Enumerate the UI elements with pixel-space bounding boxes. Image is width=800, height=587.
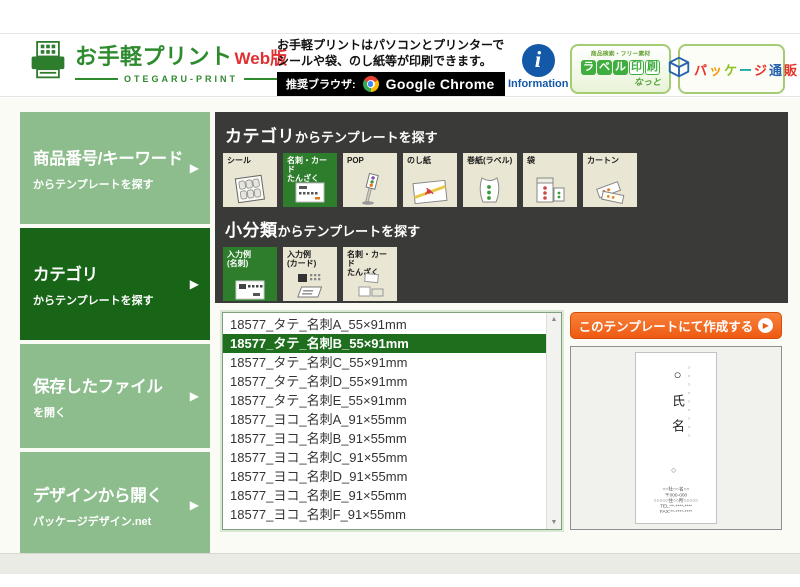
arrow-right-icon: ▶ bbox=[190, 277, 199, 291]
meishi-example-icon bbox=[235, 280, 265, 300]
template-list-item[interactable]: 18577_ヨコ_名刺A_91×55mm bbox=[223, 410, 561, 429]
category-button-carton[interactable]: カートン bbox=[583, 153, 637, 207]
subcategory-button-input-example-meishi[interactable]: 入力例 (名刺) bbox=[223, 247, 277, 301]
tanzaku-cards-icon bbox=[355, 272, 385, 300]
package-cube-icon bbox=[666, 54, 692, 85]
template-list-item[interactable]: 18577_タテ_名刺A_55×91mm bbox=[223, 315, 561, 334]
scroll-up-icon[interactable]: ▲ bbox=[547, 316, 561, 323]
preview-fax: FAX:**-****-**** bbox=[636, 510, 716, 516]
pop-stand-icon bbox=[356, 172, 384, 206]
template-list-item-selected[interactable]: 18577_タテ_名刺B_55×91mm bbox=[223, 334, 561, 353]
category-button-makigami-label[interactable]: 巻紙(ラベル) bbox=[463, 153, 517, 207]
label-print-banner-title: ラ ベ ル 印 刷 bbox=[572, 60, 669, 75]
recommended-browser-name: Google Chrome bbox=[386, 76, 495, 92]
template-list-item[interactable]: 18577_タテ_名刺D_55×91mm bbox=[223, 372, 561, 391]
information-label: Information bbox=[508, 78, 568, 90]
printer-logo-icon bbox=[28, 39, 68, 88]
wrap-label-icon bbox=[476, 174, 504, 206]
logo-rule-left bbox=[75, 78, 118, 80]
logo-subtitle-row: OTEGARU-PRINT bbox=[75, 74, 287, 84]
template-list-item[interactable]: 18577_ヨコ_名刺D_91×55mm bbox=[223, 467, 561, 486]
sticker-sheet-icon bbox=[232, 174, 268, 206]
label-print-banner[interactable]: 商品検索・フリー素材 ラ ベ ル 印 刷 なっと bbox=[570, 44, 671, 94]
create-button-label: このテンプレートにて作成する bbox=[579, 316, 754, 335]
preview-name-vertical: ○氏名 bbox=[668, 367, 687, 444]
category-button-row: シール 名刺・カード たんざく bbox=[215, 153, 788, 207]
label-print-banner-script: なっと bbox=[572, 75, 669, 88]
category-button-pop[interactable]: POP bbox=[343, 153, 397, 207]
preview-name-suffix: ○ bbox=[671, 465, 676, 475]
business-card-icon bbox=[294, 180, 326, 206]
gift-paper-icon bbox=[411, 178, 449, 206]
logo-title: お手軽プリント bbox=[75, 44, 233, 69]
template-listbox[interactable]: 18577_タテ_名刺A_55×91mm 18577_タテ_名刺B_55×91m… bbox=[222, 312, 562, 530]
header: お手軽プリントWeb版 OTEGARU-PRINT お手軽プリントはパソコンとプ… bbox=[0, 33, 800, 97]
sidebar-item-open-from-design[interactable]: デザインから開く パッケージデザイン.net ▶ bbox=[20, 452, 210, 558]
label-print-banner-caption: 商品検索・フリー素材 bbox=[579, 50, 661, 59]
arrow-right-icon: ▶ bbox=[190, 498, 199, 512]
business-card-preview: ○氏名 ○ ○○○○○○○○○ ○○社○○名○○ 〒000-000 ○○○○○住… bbox=[635, 352, 717, 524]
bags-icon bbox=[534, 174, 566, 206]
template-list-item[interactable]: 18577_タテ_名刺E_55×91mm bbox=[223, 391, 561, 410]
template-list-item[interactable]: 18577_タテ_名刺C_55×91mm bbox=[223, 353, 561, 372]
template-list-item[interactable]: 18577_ヨコ_名刺C_91×55mm bbox=[223, 448, 561, 467]
card-example-icon bbox=[294, 272, 326, 300]
template-list-item[interactable]: 18577_ヨコ_名刺F_91×55mm bbox=[223, 505, 561, 524]
category-button-meishi-card-tanzaku[interactable]: 名刺・カード たんざく bbox=[283, 153, 337, 207]
service-description-line1: お手軽プリントはパソコンとプリンターで bbox=[277, 37, 504, 53]
scroll-down-icon[interactable]: ▼ bbox=[547, 519, 561, 526]
template-list-item[interactable]: 18577_ヨコ_名刺E_91×55mm bbox=[223, 486, 561, 505]
package-shop-banner[interactable]: パ ッ ケ ー ジ 通 販 bbox=[678, 44, 785, 94]
listbox-scrollbar[interactable]: ▲ ▼ bbox=[546, 313, 561, 529]
subcategory-button-meishi-card-tanzaku[interactable]: 名刺・カード たんざく bbox=[343, 247, 397, 301]
service-description: お手軽プリントはパソコンとプリンターで シールや袋、のし紙等が印刷できます。 bbox=[277, 37, 504, 69]
arrow-right-icon: ▶ bbox=[190, 161, 199, 175]
template-preview-panel: ○氏名 ○ ○○○○○○○○○ ○○社○○名○○ 〒000-000 ○○○○○住… bbox=[570, 346, 782, 530]
category-button-fukuro[interactable]: 袋 bbox=[523, 153, 577, 207]
logo[interactable]: お手軽プリントWeb版 OTEGARU-PRINT bbox=[28, 39, 287, 88]
create-with-template-button[interactable]: このテンプレートにて作成する ▶ bbox=[570, 312, 782, 339]
template-list-item[interactable]: 18577_ヨコ_名刺B_91×55mm bbox=[223, 429, 561, 448]
recommended-browser-label: 推奨ブラウザ: bbox=[286, 76, 356, 92]
preview-address-block: ○○社○○名○○ 〒000-000 ○○○○○住○○所○○○○○ TEL:**-… bbox=[636, 488, 716, 516]
footer-strip bbox=[0, 553, 800, 574]
subcategory-heading: 小分類からテンプレートを探す bbox=[215, 207, 788, 247]
subcategory-button-input-example-card[interactable]: 入力例 (カード) bbox=[283, 247, 337, 301]
service-description-line2: シールや袋、のし紙等が印刷できます。 bbox=[277, 53, 504, 69]
sidebar-item-product-number-keyword[interactable]: 商品番号/キーワード からテンプレートを探す ▶ bbox=[20, 112, 210, 224]
category-button-noshigami[interactable]: のし紙 bbox=[403, 153, 457, 207]
logo-subtitle: OTEGARU-PRINT bbox=[124, 74, 238, 84]
sidebar-item-category[interactable]: カテゴリ からテンプレートを探す ▶ bbox=[20, 228, 210, 340]
chrome-icon bbox=[363, 76, 379, 92]
information-icon[interactable]: i bbox=[522, 44, 555, 77]
category-button-seal[interactable]: シール bbox=[223, 153, 277, 207]
subcategory-button-row: 入力例 (名刺) 入力例 (カード) bbox=[215, 247, 788, 301]
recommended-browser-bar: 推奨ブラウザ: Google Chrome bbox=[277, 72, 505, 96]
information-link[interactable]: i Information bbox=[508, 44, 568, 90]
arrow-right-icon: ▶ bbox=[190, 389, 199, 403]
category-panel: カテゴリからテンプレートを探す シール 名刺・カード たんざく bbox=[215, 112, 788, 303]
preview-phonetic-placeholder: ○○○○○○○○○ bbox=[686, 365, 692, 442]
carton-icon bbox=[593, 176, 627, 206]
sidebar-item-saved-files[interactable]: 保存したファイル を開く ▶ bbox=[20, 344, 210, 448]
arrow-right-circle-icon: ▶ bbox=[758, 318, 773, 333]
category-heading: カテゴリからテンプレートを探す bbox=[215, 112, 788, 153]
